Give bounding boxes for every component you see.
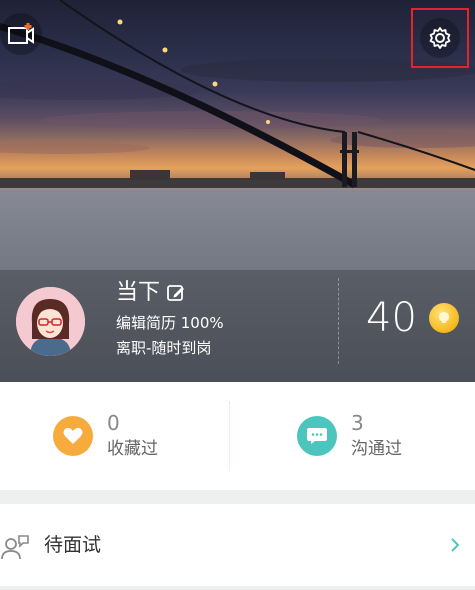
- cover-photo[interactable]: 当下 编辑简历 100% 离职-随时到岗 40: [0, 0, 475, 382]
- settings-button[interactable]: [411, 8, 469, 68]
- interview-person-icon: [1, 535, 29, 560]
- coin-icon: [428, 303, 459, 333]
- stat-contacted[interactable]: 3 沟通过: [297, 382, 402, 490]
- change-cover-button[interactable]: [0, 13, 42, 55]
- contacted-count: 3: [351, 411, 364, 435]
- list-item-pending-interview[interactable]: 待面试: [0, 504, 475, 586]
- job-status[interactable]: 离职-随时到岗: [116, 338, 211, 358]
- bulb-icon: [438, 312, 449, 323]
- avatar-illustration: [16, 287, 85, 356]
- settings-circle: [420, 18, 460, 58]
- resume-completion[interactable]: 编辑简历 100%: [116, 313, 224, 333]
- user-name: 当下: [116, 280, 161, 305]
- divider: [338, 278, 339, 364]
- gear-icon: [429, 27, 451, 49]
- chat-bubble-icon: [297, 416, 337, 456]
- profile-screen: 当下 编辑简历 100% 离职-随时到岗 40 0 收藏过 3 沟通过 待面试: [0, 0, 475, 590]
- stat-favorites[interactable]: 0 收藏过: [53, 382, 158, 490]
- list-item-label: 待面试: [44, 534, 102, 556]
- camera-add-icon: [8, 23, 34, 44]
- chevron-right-icon: [451, 538, 460, 552]
- stats-divider: [229, 402, 230, 470]
- coins-value: 40: [366, 295, 417, 341]
- favorites-label: 收藏过: [107, 439, 158, 459]
- profile-summary: 当下 编辑简历 100% 离职-随时到岗 40: [0, 268, 475, 382]
- stats-panel: 0 收藏过 3 沟通过: [0, 382, 475, 490]
- favorites-count: 0: [107, 411, 120, 435]
- coins-section[interactable]: 40: [366, 296, 459, 340]
- avatar[interactable]: [16, 287, 85, 356]
- name-row[interactable]: 当下: [116, 280, 186, 306]
- heart-icon: [53, 416, 93, 456]
- contacted-label: 沟通过: [351, 439, 402, 459]
- edit-icon[interactable]: [166, 283, 186, 303]
